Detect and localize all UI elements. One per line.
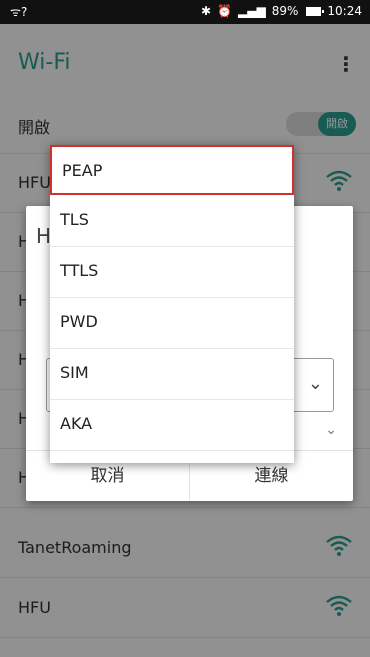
option-label: SIM bbox=[60, 363, 89, 382]
option-label: TLS bbox=[60, 210, 89, 229]
status-bar: ᯤ? ✱ ⏰ ▂▄▆ 89% 10:24 bbox=[0, 0, 370, 24]
option-label: PEAP bbox=[62, 161, 103, 180]
dropdown-option-peap[interactable]: PEAP bbox=[50, 145, 294, 195]
dropdown-option-pwd[interactable]: PWD bbox=[50, 298, 294, 349]
battery-percent: 89% bbox=[271, 4, 299, 18]
dialog-title: H bbox=[36, 224, 52, 248]
dropdown-option-ttls[interactable]: TTLS bbox=[50, 247, 294, 298]
dropdown-option-tls[interactable]: TLS bbox=[50, 196, 294, 247]
option-label: TTLS bbox=[60, 261, 99, 280]
chevron-down-icon: ⌄ bbox=[307, 373, 323, 394]
option-label: AKA bbox=[60, 414, 93, 433]
alarm-icon: ⏰ bbox=[217, 4, 233, 18]
option-label: PWD bbox=[60, 312, 98, 331]
clock: 10:24 bbox=[327, 4, 362, 18]
dropdown-option-sim[interactable]: SIM bbox=[50, 349, 294, 400]
battery-icon bbox=[306, 6, 325, 16]
dropdown-option-aka[interactable]: AKA bbox=[50, 400, 294, 451]
eap-method-dropdown: PEAP TLS TTLS PWD SIM AKA bbox=[50, 145, 294, 463]
wifi-status-icon: ᯤ? bbox=[10, 5, 28, 19]
bluetooth-icon: ✱ bbox=[201, 4, 212, 18]
cell-signal-icon: ▂▄▆ bbox=[238, 4, 266, 18]
status-icons: ✱ ⏰ ▂▄▆ 89% 10:24 bbox=[201, 4, 362, 18]
chevron-down-icon[interactable]: ⌄ bbox=[325, 422, 337, 438]
